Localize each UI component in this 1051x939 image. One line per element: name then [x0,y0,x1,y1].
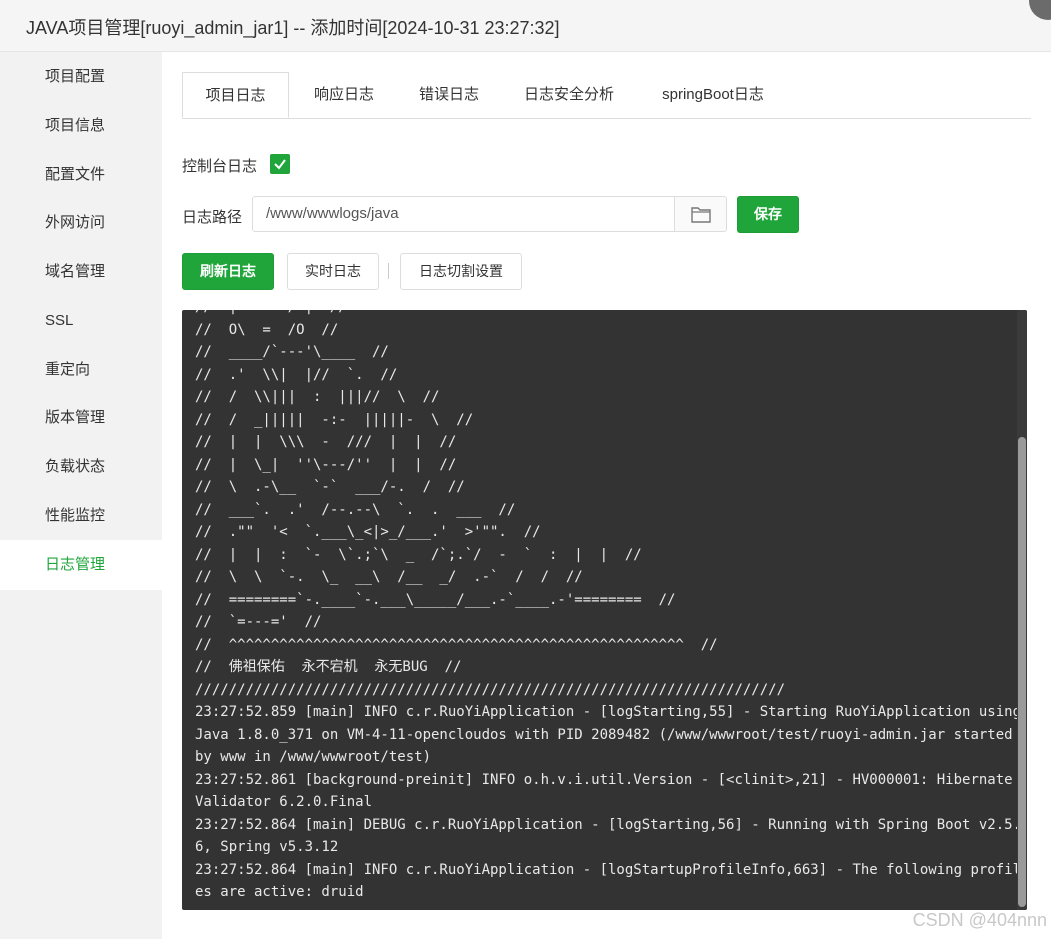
console-line: es are active: druid [195,884,364,900]
console-line: // \ .-\__ `-` ___/-. / // [195,479,465,495]
console-line: // / _||||| -:- |||||- \ // [195,411,474,428]
console-line: // | | : `- \`.;`\ _ /`;.`/ - ` : | | // [195,546,642,563]
console-line: // | | \\\ - /// | | // [195,434,457,450]
folder-icon [691,207,711,223]
window-title: JAVA项目管理[ruoyi_admin_jar1] -- 添加时间[2024-… [26,18,560,38]
console-line: // `=---=' // [195,614,322,630]
console-line: // ^^^^^^^^^^^^^^^^^^^^^^^^^^^^^^^^^^^^^… [195,636,718,653]
console-line: by www in /www/wwwroot/test) [195,749,432,765]
log-console[interactable]: // | ` ~ / | // // O\ = /O // // ____/`---… [182,310,1027,910]
console-line: // 佛祖保佑 永不宕机 永无BUG // [195,659,462,675]
console-line: 23:27:52.861 [background-preinit] INFO o… [195,771,1013,788]
tab-springboot-log[interactable]: springBoot日志 [639,72,787,118]
tab-project-log[interactable]: 项目日志 [182,72,289,118]
console-line: 23:27:52.864 [main] INFO c.r.RuoYiApplic… [195,861,1022,878]
sidebar-item-config-file[interactable]: 配置文件 [0,151,162,199]
log-rotate-settings-button[interactable]: 日志切割设置 [400,253,522,290]
main-panel: 项目日志 响应日志 错误日志 日志安全分析 springBoot日志 控制台日志… [162,52,1051,939]
console-line: ////////////////////////////////////////… [195,681,786,698]
title-bar: JAVA项目管理[ruoyi_admin_jar1] -- 添加时间[2024-… [0,0,1051,52]
console-line: // .' \\| |// `. // [195,366,398,383]
save-button[interactable]: 保存 [737,196,799,233]
console-scrollbar-thumb[interactable] [1018,437,1026,907]
divider [388,263,389,279]
console-line: 6, Spring v5.3.12 [195,839,339,855]
console-line: // / \\||| : |||// \ // [195,389,440,405]
console-line: // | \_| ''\---/'' | | // [195,456,457,473]
sidebar-item-domain[interactable]: 域名管理 [0,248,162,296]
console-line: // \ \ `-. \_ __\ /__ _/ .-` / / // [195,569,583,585]
sidebar-item-project-info[interactable]: 项目信息 [0,102,162,150]
tab-response-log[interactable]: 响应日志 [289,72,399,118]
tab-bar: 项目日志 响应日志 错误日志 日志安全分析 springBoot日志 [182,72,1031,119]
folder-browse-button[interactable] [674,196,727,232]
sidebar-item-version[interactable]: 版本管理 [0,394,162,442]
sidebar-item-load-status[interactable]: 负载状态 [0,443,162,491]
sidebar-item-log-management[interactable]: 日志管理 [0,540,162,590]
sidebar: 项目配置 项目信息 配置文件 外网访问 域名管理 SSL 重定向 版本管理 负载… [0,52,162,939]
console-line: // ___`. .' /--.--\ `. . ___ // [195,501,516,518]
sidebar-item-ssl[interactable]: SSL [0,297,162,345]
sidebar-item-project-config[interactable]: 项目配置 [0,53,162,101]
console-line: // ."" '< `.___\_<|>_/___.' >'"". // [195,524,541,540]
refresh-log-button[interactable]: 刷新日志 [182,253,274,290]
sidebar-item-external-access[interactable]: 外网访问 [0,199,162,247]
log-console-text: // | ` ~ / | // // O\ = /O // // ____/`---… [195,310,1022,904]
tab-log-security[interactable]: 日志安全分析 [499,72,639,118]
console-line: // ____/`---'\____ // [195,344,389,360]
check-icon [274,159,286,170]
console-log-checkbox[interactable] [270,154,290,174]
close-icon[interactable] [1029,0,1051,20]
console-line: 23:27:52.864 [main] DEBUG c.r.RuoYiAppli… [195,816,1022,833]
console-line: // ========`-.____`-.___\_____/___.-`___… [195,591,676,608]
realtime-log-button[interactable]: 实时日志 [287,253,379,290]
sidebar-item-performance[interactable]: 性能监控 [0,492,162,540]
console-log-label: 控制台日志 [182,158,258,175]
watermark: CSDN @404nnn [912,910,1047,930]
sidebar-item-redirect[interactable]: 重定向 [0,346,162,394]
tab-error-log[interactable]: 错误日志 [399,72,499,118]
console-line: 23:27:52.859 [main] INFO c.r.RuoYiApplic… [195,704,1022,720]
log-path-input[interactable]: /www/wwwlogs/java [252,196,675,232]
console-line: Validator 6.2.0.Final [195,794,373,810]
console-scrollbar[interactable] [1017,310,1027,910]
console-line: // | ` ~ / | // [195,310,1013,319]
log-path-label: 日志路径 [182,209,243,226]
console-line: Java 1.8.0_371 on VM-4-11-opencloudos wi… [195,726,1013,743]
console-line: // O\ = /O // [195,321,339,338]
